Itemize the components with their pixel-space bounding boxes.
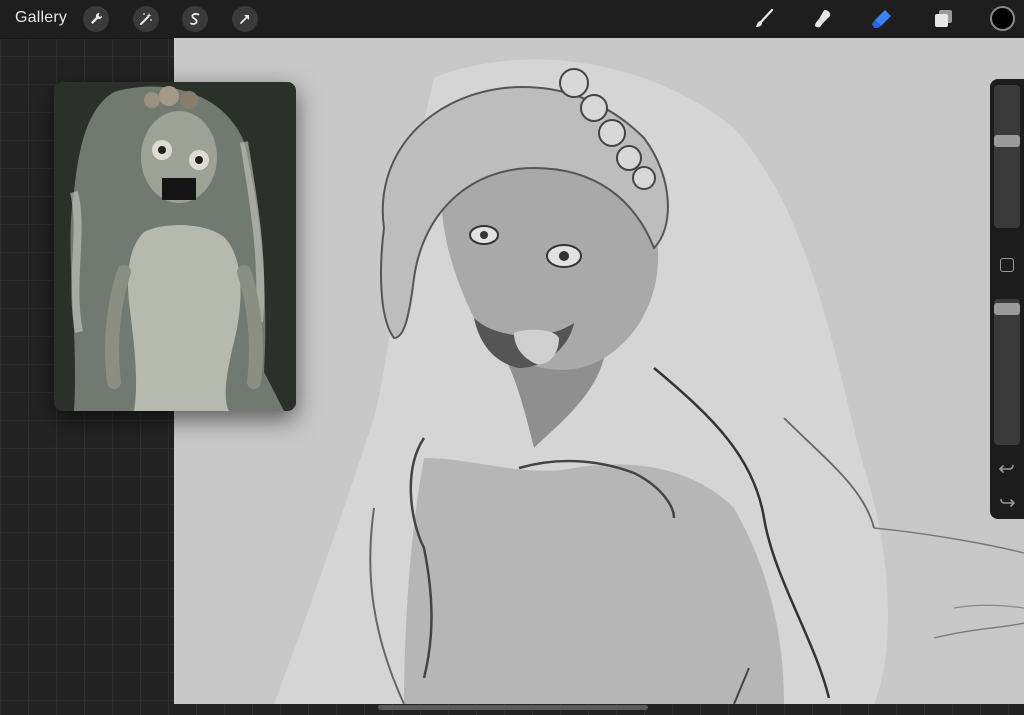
brush-icon xyxy=(756,8,774,27)
reference-doll-photo xyxy=(54,82,296,411)
layers-button[interactable] xyxy=(929,5,957,33)
drawing-canvas[interactable] xyxy=(174,38,1024,704)
selection-icon xyxy=(190,13,200,25)
eraser-button[interactable] xyxy=(868,5,896,33)
right-sidebar xyxy=(990,79,1024,519)
brush-button[interactable] xyxy=(750,5,778,33)
procreate-app: Gallery xyxy=(0,0,1024,715)
redo-icon[interactable] xyxy=(999,494,1015,510)
brush-size-thumb[interactable] xyxy=(994,134,1020,147)
magic-wand-icon xyxy=(140,13,152,25)
adjustments-button[interactable] xyxy=(133,6,159,32)
brush-size-slider[interactable] xyxy=(994,85,1020,228)
actions-button[interactable] xyxy=(83,6,109,32)
eraser-icon xyxy=(872,10,891,28)
top-toolbar: Gallery xyxy=(0,0,1024,39)
modify-button[interactable] xyxy=(1000,258,1014,272)
color-swatch[interactable] xyxy=(990,6,1015,31)
smudge-button[interactable] xyxy=(809,5,837,33)
layers-icon xyxy=(935,10,952,27)
transform-arrow-icon xyxy=(240,15,249,24)
sketch-artwork xyxy=(274,59,1024,704)
canvas-scroll-handle[interactable] xyxy=(378,705,648,710)
wrench-icon xyxy=(91,12,103,24)
transform-button[interactable] xyxy=(232,6,258,32)
opacity-slider[interactable] xyxy=(994,299,1020,445)
selection-button[interactable] xyxy=(182,6,208,32)
reference-image-window[interactable] xyxy=(54,82,296,411)
opacity-thumb[interactable] xyxy=(994,303,1020,316)
smudge-icon xyxy=(815,10,831,28)
gallery-button[interactable]: Gallery xyxy=(15,9,67,27)
undo-icon[interactable] xyxy=(999,460,1015,476)
